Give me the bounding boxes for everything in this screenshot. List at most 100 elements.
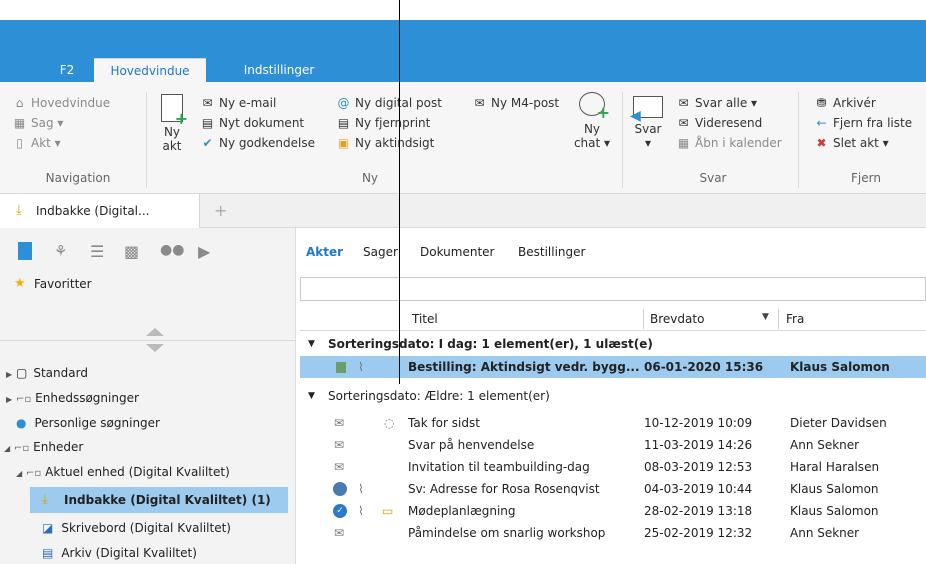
tree-item-personlige[interactable]: ● Personlige søgninger xyxy=(16,415,160,431)
aabn-kalender-button[interactable]: ▦ Åbn i kalender xyxy=(676,134,782,152)
tree-item-indbakke[interactable]: ⤓ Indbakke (Digital Kvaliltet) (1) xyxy=(30,487,288,513)
org-unit-icon: ⌐▫ xyxy=(26,468,42,479)
desktop-icon: ◪ xyxy=(42,521,54,535)
digital-post-icon: @ xyxy=(337,96,350,110)
approval-pending-icon xyxy=(333,482,347,496)
tab-dokumenter[interactable]: Dokumenter xyxy=(420,245,494,259)
tree-item-enheder[interactable]: ◢ ⌐▫ Enheder xyxy=(4,439,83,457)
tab-indstillinger[interactable]: Indstillinger xyxy=(238,58,320,82)
tab-bestillinger[interactable]: Bestillinger xyxy=(518,245,585,259)
reply-all-icon: ✉ xyxy=(678,96,689,110)
favoritter-box[interactable]: ★ Favoritter xyxy=(8,274,288,326)
mail-icon: ✉ xyxy=(334,526,345,540)
nav-toolbar: ⚘ ☰ ▩ ●● ▶ xyxy=(18,242,248,262)
fjern-fra-liste-button[interactable]: ← Fjern fra liste xyxy=(814,114,912,132)
ny-digital-post-button[interactable]: @ Ny digital post xyxy=(336,94,442,112)
document-icon[interactable] xyxy=(18,242,32,260)
group-label-navigation: Navigation xyxy=(45,171,111,185)
group-header-older[interactable]: ▼ Sorteringsdato: Ældre: 1 element(er) xyxy=(300,386,926,406)
arrow-left-icon: ← xyxy=(816,116,827,130)
hovedvindue-button[interactable]: ⌂ Hovedvindue xyxy=(12,94,110,112)
table-row[interactable]: ✓ ⌇ ▭ Mødeplanlægning 28-02-2019 13:18 K… xyxy=(300,500,926,522)
column-divider xyxy=(643,309,644,329)
ribbon-separator xyxy=(622,92,623,188)
archive-icon: ▤ xyxy=(42,546,54,560)
folder-icon: ▢ xyxy=(16,366,28,380)
attachment-icon: ⌇ xyxy=(358,504,364,518)
sort-desc-icon[interactable]: ▼ xyxy=(762,312,769,322)
chat-icon: ◌ xyxy=(384,416,395,430)
tree-item-enhedssogninger[interactable]: ▶ ⌐▫ Enhedssøgninger xyxy=(6,390,139,408)
ny-chat-button[interactable]: + Ny chat ▾ xyxy=(570,92,614,150)
slet-akt-button[interactable]: ✖ Slet akt ▾ xyxy=(814,134,888,152)
org-unit-icon: ⌐▫ xyxy=(14,443,30,454)
ny-m4-post-button[interactable]: ✉ Ny M4-post xyxy=(472,94,559,112)
splitter-down-icon[interactable] xyxy=(146,344,164,352)
new-document-icon: + xyxy=(161,94,188,127)
title-bar-area xyxy=(0,0,926,20)
unread-icon xyxy=(336,362,346,373)
header-band xyxy=(0,20,926,54)
chat-icon: + xyxy=(579,92,610,121)
ny-godkendelse-button[interactable]: ✔ Ny godkendelse xyxy=(200,134,314,152)
ribbon-tabbar: F2 Hovedvindue Indstillinger xyxy=(0,54,926,82)
group-label-svar: Svar xyxy=(699,171,727,185)
list-icon[interactable]: ☰ xyxy=(90,242,104,261)
attachment-icon: ⌇ xyxy=(358,360,364,374)
table-row[interactable]: ✉ Svar på henvendelse 11-03-2019 14:26 A… xyxy=(300,434,926,456)
akt-button[interactable]: ▯ Akt ▾ xyxy=(12,134,61,152)
document-icon: ▤ xyxy=(201,116,214,130)
nyt-dokument-button[interactable]: ▤ Nyt dokument xyxy=(200,114,304,132)
m4-post-icon: ✉ xyxy=(474,96,485,110)
person-icon: ● xyxy=(16,416,27,430)
videresend-button[interactable]: ✉ Videresend xyxy=(676,114,762,132)
column-header-row: Titel Brevdato ▼ Fra xyxy=(300,307,926,331)
ny-aktindsigt-button[interactable]: ▣ Ny aktindsigt xyxy=(336,134,435,152)
table-row[interactable]: ✉ Påmindelse om snarlig workshop 25-02-2… xyxy=(300,522,926,544)
tab-indbakke[interactable]: ⤓ Indbakke (Digital... xyxy=(0,194,200,228)
table-row[interactable]: ⌇ Sv: Adresse for Rosa Rosenqvist 04-03-… xyxy=(300,478,926,500)
table-row[interactable]: ✉ ◌ Tak for sidst 10-12-2019 10:09 Diete… xyxy=(300,412,926,434)
search-input[interactable] xyxy=(300,277,926,301)
mail-stack-icon[interactable]: ▩ xyxy=(124,242,139,261)
group-header-today[interactable]: ▼ Sorteringsdato: I dag: 1 element(er), … xyxy=(300,334,926,354)
collapse-icon[interactable]: ▼ xyxy=(308,386,315,406)
splitter-line xyxy=(0,340,296,341)
mail-icon: ✉ xyxy=(202,96,213,110)
tab-akter[interactable]: Akter xyxy=(306,245,343,259)
document-tabs: ⤓ Indbakke (Digital... + xyxy=(0,194,926,228)
reply-icon: ◀ xyxy=(630,96,663,123)
tab-hovedvindue[interactable]: Hovedvindue xyxy=(94,58,206,82)
file-icon[interactable]: ▶ xyxy=(198,242,210,261)
add-tab-button[interactable]: + xyxy=(214,201,227,220)
tab-f2[interactable]: F2 xyxy=(52,58,82,82)
tree-item-arkiv[interactable]: ▤ Arkiv (Digital Kvaliltet) xyxy=(42,545,197,561)
ribbon-separator xyxy=(798,92,799,188)
home-icon: ⌂ xyxy=(15,96,24,110)
ny-email-button[interactable]: ✉ Ny e-mail xyxy=(200,94,276,112)
tree-item-standard[interactable]: ▶ ▢ Standard xyxy=(6,365,88,383)
calendar-icon: ▦ xyxy=(677,136,690,150)
delete-icon: ✖ xyxy=(816,136,827,150)
svar-alle-button[interactable]: ✉ Svar alle ▾ xyxy=(676,94,757,112)
forward-icon: ✉ xyxy=(678,116,689,130)
table-row[interactable]: ✉ Invitation til teambuilding-dag 08-03-… xyxy=(300,456,926,478)
column-header-fra[interactable]: Fra xyxy=(786,312,804,326)
column-header-brevdato[interactable]: Brevdato xyxy=(650,312,704,326)
sag-button[interactable]: ▦ Sag ▾ xyxy=(12,114,64,132)
archive-icon: ⛃ xyxy=(816,96,827,110)
tree-item-skrivebord[interactable]: ◪ Skrivebord (Digital Kvaliltet) xyxy=(42,520,231,536)
svar-button[interactable]: ◀ Svar ▾ xyxy=(628,96,668,150)
tree-item-aktuel-enhed[interactable]: ◢ ⌐▫ Aktuel enhed (Digital Kvaliltet) xyxy=(16,464,230,482)
arkiver-button[interactable]: ⛃ Arkivér xyxy=(814,94,875,112)
splitter-up-icon[interactable] xyxy=(146,328,164,336)
cursor-line xyxy=(399,0,400,384)
ny-akt-button[interactable]: + Ny akt xyxy=(152,94,192,153)
column-header-titel[interactable]: Titel xyxy=(412,312,438,326)
hierarchy-icon[interactable]: ⚘ xyxy=(54,242,67,260)
ny-fjernprint-button[interactable]: ▤ Ny fjernprint xyxy=(336,114,431,132)
tab-sager[interactable]: Sager xyxy=(363,245,398,259)
collapse-icon[interactable]: ▼ xyxy=(308,334,315,354)
table-row[interactable]: ⌇ Bestilling: Aktindsigt vedr. bygg... 0… xyxy=(300,356,926,378)
users-icon[interactable]: ●● xyxy=(160,242,184,258)
